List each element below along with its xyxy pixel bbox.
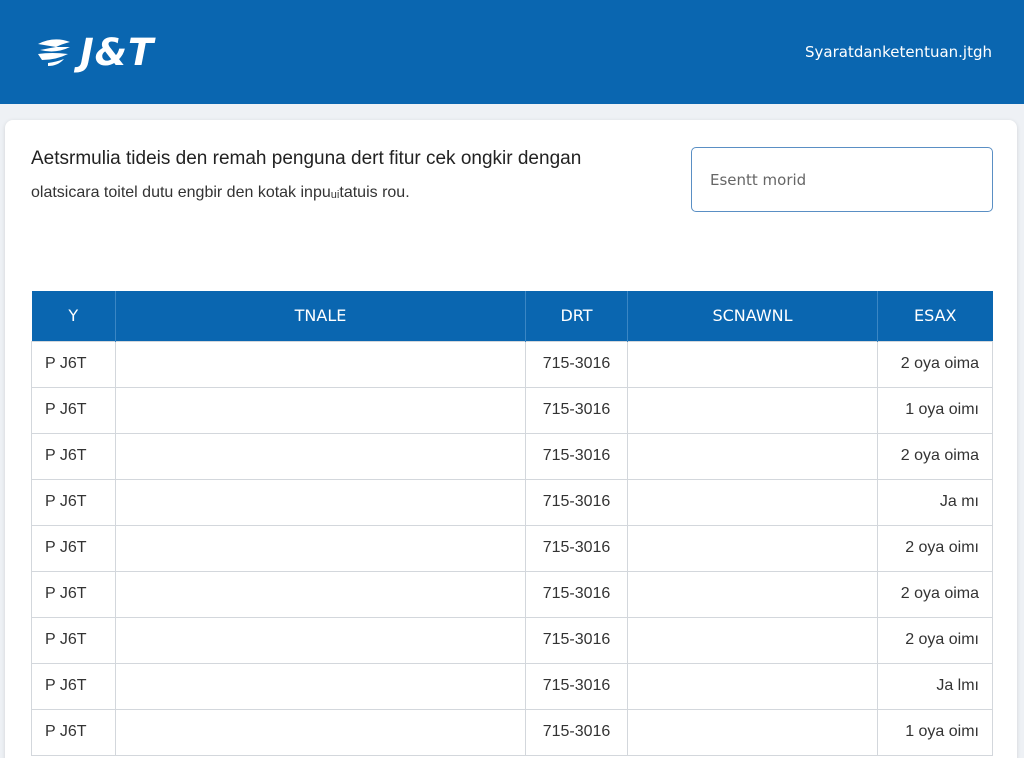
cell-scnawnl <box>627 478 878 526</box>
cell-tnale <box>115 708 526 756</box>
cell-date: 715-3016 <box>525 524 628 572</box>
cell-resi: P J6T <box>31 340 116 388</box>
cell-tnale <box>115 524 526 572</box>
cell-scnawnl <box>627 386 878 434</box>
cell-tnale <box>115 340 526 388</box>
cell-scnawnl <box>627 708 878 756</box>
cell-scnawnl <box>627 432 878 480</box>
terms-link[interactable]: Syaratdanketentuan.jtgh <box>805 43 992 61</box>
cell-tnale <box>115 570 526 618</box>
cell-date: 715-3016 <box>525 478 628 526</box>
top-header: J&T Syaratdanketentuan.jtgh <box>0 0 1024 104</box>
results-table: Y TNALE DRT SCNAWNL ESAX P J6T 715-3016 2 … <box>31 291 993 756</box>
cell-tnale <box>115 478 526 526</box>
cell-date: 715-3016 <box>525 570 628 618</box>
cell-estimate: 1 oya oimı <box>877 386 993 434</box>
cell-scnawnl <box>627 662 878 710</box>
cell-date: 715-3016 <box>525 616 628 664</box>
cell-resi: P J6T <box>31 662 116 710</box>
table-row[interactable]: P J6T 715-3016 Ja lmı <box>31 662 993 710</box>
intro-line-2: olatsicara toitel dutu engbir den kotak … <box>31 184 410 201</box>
brand-logo[interactable]: J&T <box>34 30 155 74</box>
cell-estimate: 2 oya oima <box>877 570 993 618</box>
cell-resi: P J6T <box>31 432 116 480</box>
table-row[interactable]: P J6T 715-3016 1 oya oimı <box>31 386 993 434</box>
cell-estimate: 2 oya oimı <box>877 616 993 664</box>
col-header-esax[interactable]: ESAX <box>877 291 993 341</box>
table-row[interactable]: P J6T 715-3016 2 oya oima <box>31 570 993 618</box>
cell-resi: P J6T <box>31 616 116 664</box>
table-row[interactable]: P J6T 715-3016 Ja mı <box>31 478 993 526</box>
cell-estimate: 2 oya oima <box>877 340 993 388</box>
intro-text: Aetsrmulia tideis den remah penguna dert… <box>31 146 671 204</box>
cell-date: 715-3016 <box>525 708 628 756</box>
table-row[interactable]: P J6T 715-3016 2 oya oima <box>31 432 993 480</box>
cell-resi: P J6T <box>31 708 116 756</box>
cell-scnawnl <box>627 524 878 572</box>
cell-resi: P J6T <box>31 478 116 526</box>
table-row[interactable]: P J6T 715-3016 2 oya oima <box>31 340 993 388</box>
col-header-tnale[interactable]: TNALE <box>115 291 526 341</box>
brand-name: J&T <box>80 30 155 74</box>
cell-tnale <box>115 432 526 480</box>
col-header-scnawnl[interactable]: SCNAWNL <box>627 291 878 341</box>
table-row[interactable]: P J6T 715-3016 2 oya oimı <box>31 616 993 664</box>
cell-tnale <box>115 386 526 434</box>
content-card: Aetsrmulia tideis den remah penguna dert… <box>5 120 1017 758</box>
cell-resi: P J6T <box>31 386 116 434</box>
cell-estimate: Ja mı <box>877 478 993 526</box>
table-row[interactable]: P J6T 715-3016 1 oya oimı <box>31 708 993 756</box>
cell-date: 715-3016 <box>525 432 628 480</box>
cell-estimate: Ja lmı <box>877 662 993 710</box>
intro-line-1: Aetsrmulia tideis den remah penguna dert… <box>31 148 582 169</box>
cell-scnawnl <box>627 340 878 388</box>
cell-estimate: 2 oya oima <box>877 432 993 480</box>
search-input[interactable] <box>691 147 993 212</box>
table-row[interactable]: P J6T 715-3016 2 oya oimı <box>31 524 993 572</box>
col-header-y[interactable]: Y <box>31 291 116 341</box>
cell-resi: P J6T <box>31 570 116 618</box>
jt-swoosh-logo-icon <box>38 39 70 66</box>
cell-tnale <box>115 616 526 664</box>
cell-date: 715-3016 <box>525 662 628 710</box>
col-header-drt[interactable]: DRT <box>525 291 628 341</box>
table-header-row: Y TNALE DRT SCNAWNL ESAX <box>31 291 993 341</box>
cell-estimate: 1 oya oimı <box>877 708 993 756</box>
cell-date: 715-3016 <box>525 386 628 434</box>
cell-resi: P J6T <box>31 524 116 572</box>
cell-scnawnl <box>627 570 878 618</box>
cell-scnawnl <box>627 616 878 664</box>
cell-date: 715-3016 <box>525 340 628 388</box>
cell-estimate: 2 oya oimı <box>877 524 993 572</box>
cell-tnale <box>115 662 526 710</box>
